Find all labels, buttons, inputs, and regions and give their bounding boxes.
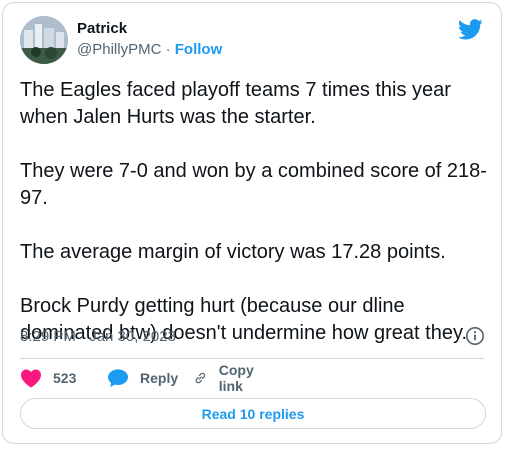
likes-count: 523 [53, 370, 77, 386]
handle-separator: · [161, 41, 175, 58]
avatar[interactable] [20, 16, 68, 64]
reply-button[interactable]: Reply [107, 365, 178, 391]
speech-bubble-icon [108, 369, 128, 388]
follow-link[interactable]: Follow [175, 41, 223, 58]
heart-icon [21, 369, 41, 388]
tweet-paragraph: They were 7-0 and won by a combined scor… [20, 160, 487, 209]
like-button[interactable]: 523 [20, 365, 76, 391]
link-icon [195, 372, 206, 384]
tweet-card: Patrick @PhillyPMC · Follow The Eagles f… [2, 2, 502, 444]
tweet-meta: 8:29 PM · Jan 30, 2023 [20, 325, 487, 349]
reply-label: Reply [140, 370, 179, 386]
read-replies-button[interactable]: Read 10 replies [20, 398, 486, 429]
copy-link-button[interactable]: Copy link [193, 362, 261, 394]
author-display-name[interactable]: Patrick [77, 19, 222, 39]
copy-link-label: Copy link [218, 362, 254, 394]
author-handle[interactable]: @PhillyPMC [77, 41, 161, 58]
tweet-text: The Eagles faced playoff teams 7 times t… [20, 77, 495, 347]
tweet-timestamp[interactable]: 8:29 PM · Jan 30, 2023 [20, 327, 176, 347]
tweet-paragraph: The average margin of victory was 17.28 … [20, 241, 446, 263]
tweet-header: Patrick @PhillyPMC · Follow [20, 15, 487, 65]
divider [20, 358, 484, 359]
info-icon[interactable] [465, 326, 485, 346]
twitter-bird-icon[interactable] [458, 19, 483, 40]
tweet-paragraph: The Eagles faced playoff teams 7 times t… [20, 79, 451, 128]
